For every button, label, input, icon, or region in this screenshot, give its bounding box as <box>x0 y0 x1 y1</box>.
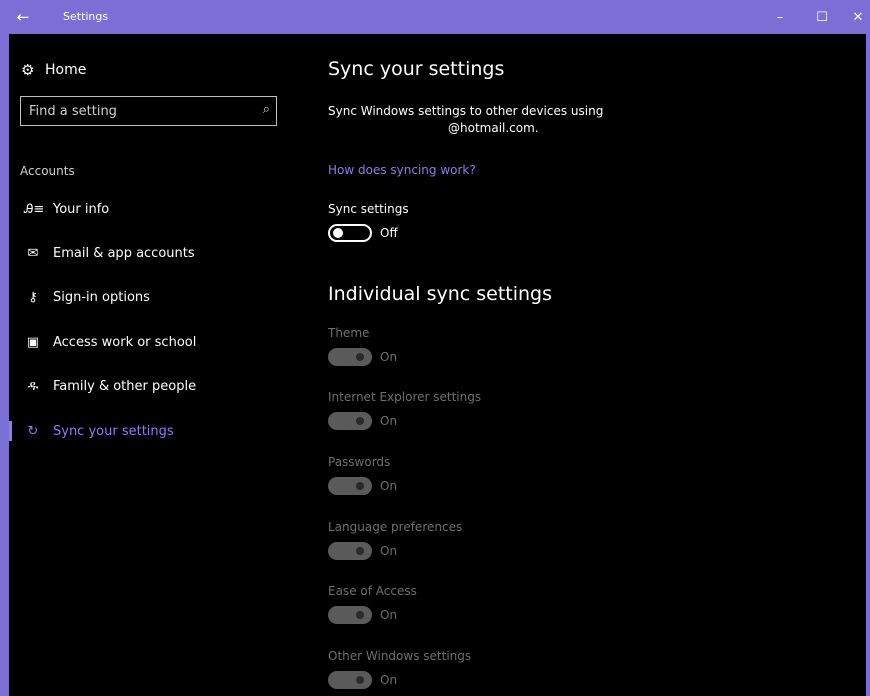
search-input[interactable] <box>21 97 251 125</box>
back-button[interactable]: ← <box>0 0 46 34</box>
passwords-toggle[interactable] <box>328 477 372 495</box>
sync-item-state: On <box>380 350 398 364</box>
sidebar-item-label: Family & other people <box>53 378 197 394</box>
sidebar-item-label: Email & app accounts <box>53 245 195 261</box>
sidebar-item-label: Sync your settings <box>53 423 174 439</box>
sync-item-label: Theme <box>328 326 370 340</box>
sidebar-item-label: Sign-in options <box>53 289 150 305</box>
language-preferences-toggle[interactable] <box>328 542 372 560</box>
sidebar: ⚙ Home ⌕ Accounts Ꭿ≡ Your info ✉ Email &… <box>9 34 306 696</box>
title-bar: ← Settings – ☐ ✕ <box>0 0 870 34</box>
close-icon: ✕ <box>852 9 864 25</box>
people-icon: ዱ <box>27 378 39 394</box>
ie-settings-toggle[interactable] <box>328 412 372 430</box>
gear-icon: ⚙ <box>21 61 35 79</box>
toggle-knob <box>356 676 364 684</box>
window-frame-right <box>866 34 870 696</box>
toggle-knob <box>333 228 343 238</box>
active-indicator <box>9 421 12 441</box>
sync-item-state: On <box>380 673 398 687</box>
sidebar-item-label: Your info <box>53 201 110 217</box>
arrow-left-icon: ← <box>16 8 30 26</box>
individual-sync-heading: Individual sync settings <box>328 283 553 305</box>
sync-item-label: Other Windows settings <box>328 649 472 663</box>
sync-item-label: Internet Explorer settings <box>328 390 482 404</box>
close-button[interactable]: ✕ <box>836 0 870 34</box>
search-icon[interactable]: ⌕ <box>263 102 270 117</box>
sync-item-label: Passwords <box>328 455 391 469</box>
how-syncing-works-link[interactable]: How does syncing work? <box>328 163 476 177</box>
sync-item-state: On <box>380 479 398 493</box>
person-card-icon: Ꭿ≡ <box>24 201 45 217</box>
section-heading-accounts: Accounts <box>20 164 75 178</box>
toggle-knob <box>356 547 364 555</box>
sidebar-item-sync-settings[interactable]: ↻ Sync your settings <box>9 411 306 451</box>
sync-item-ie-settings: Internet Explorer settings On <box>328 390 628 440</box>
sync-settings-label: Sync settings <box>328 202 409 216</box>
sync-settings-toggle[interactable] <box>328 224 372 242</box>
sync-item-other-windows-settings: Other Windows settings On <box>328 649 628 696</box>
sidebar-item-label: Access work or school <box>53 334 197 350</box>
sidebar-item-access-work-school[interactable]: ▣ Access work or school <box>9 322 306 362</box>
sync-item-state: On <box>380 544 398 558</box>
briefcase-icon: ▣ <box>26 334 40 350</box>
sync-settings-state: Off <box>380 226 398 240</box>
sync-item-state: On <box>380 608 398 622</box>
description-line-2: @hotmail.com. <box>448 121 539 135</box>
sync-item-label: Language preferences <box>328 520 463 534</box>
theme-toggle[interactable] <box>328 348 372 366</box>
other-windows-settings-toggle[interactable] <box>328 671 372 689</box>
sync-item-language-preferences: Language preferences On <box>328 520 628 570</box>
sync-item-label: Ease of Access <box>328 584 417 598</box>
window-frame-left <box>0 34 9 696</box>
sync-icon: ↻ <box>27 423 39 439</box>
ease-of-access-toggle[interactable] <box>328 606 372 624</box>
sync-item-state: On <box>380 414 398 428</box>
toggle-knob <box>356 417 364 425</box>
sync-item-passwords: Passwords On <box>328 455 628 505</box>
sidebar-item-sign-in-options[interactable]: ⚷ Sign-in options <box>9 277 306 317</box>
toggle-knob <box>356 611 364 619</box>
main-content: Sync your settings Sync Windows settings… <box>306 34 866 696</box>
minimize-button[interactable]: – <box>758 0 802 34</box>
sync-item-ease-of-access: Ease of Access On <box>328 584 628 634</box>
home-label: Home <box>45 62 87 78</box>
search-box[interactable]: ⌕ <box>20 96 277 126</box>
sync-item-theme: Theme On <box>328 326 628 376</box>
minimize-icon: – <box>776 9 784 25</box>
sidebar-item-email-app-accounts[interactable]: ✉ Email & app accounts <box>9 233 306 273</box>
description-line-1: Sync Windows settings to other devices u… <box>328 104 604 118</box>
home-link[interactable]: ⚙ Home <box>21 60 86 80</box>
window-title: Settings <box>63 10 109 23</box>
sidebar-item-family-other-people[interactable]: ዱ Family & other people <box>9 366 306 406</box>
sidebar-item-your-info[interactable]: Ꭿ≡ Your info <box>9 189 306 229</box>
key-icon: ⚷ <box>28 289 38 305</box>
toggle-knob <box>356 353 364 361</box>
mail-icon: ✉ <box>27 245 39 261</box>
page-title: Sync your settings <box>328 58 505 80</box>
maximize-icon: ☐ <box>816 9 828 25</box>
toggle-knob <box>356 482 364 490</box>
